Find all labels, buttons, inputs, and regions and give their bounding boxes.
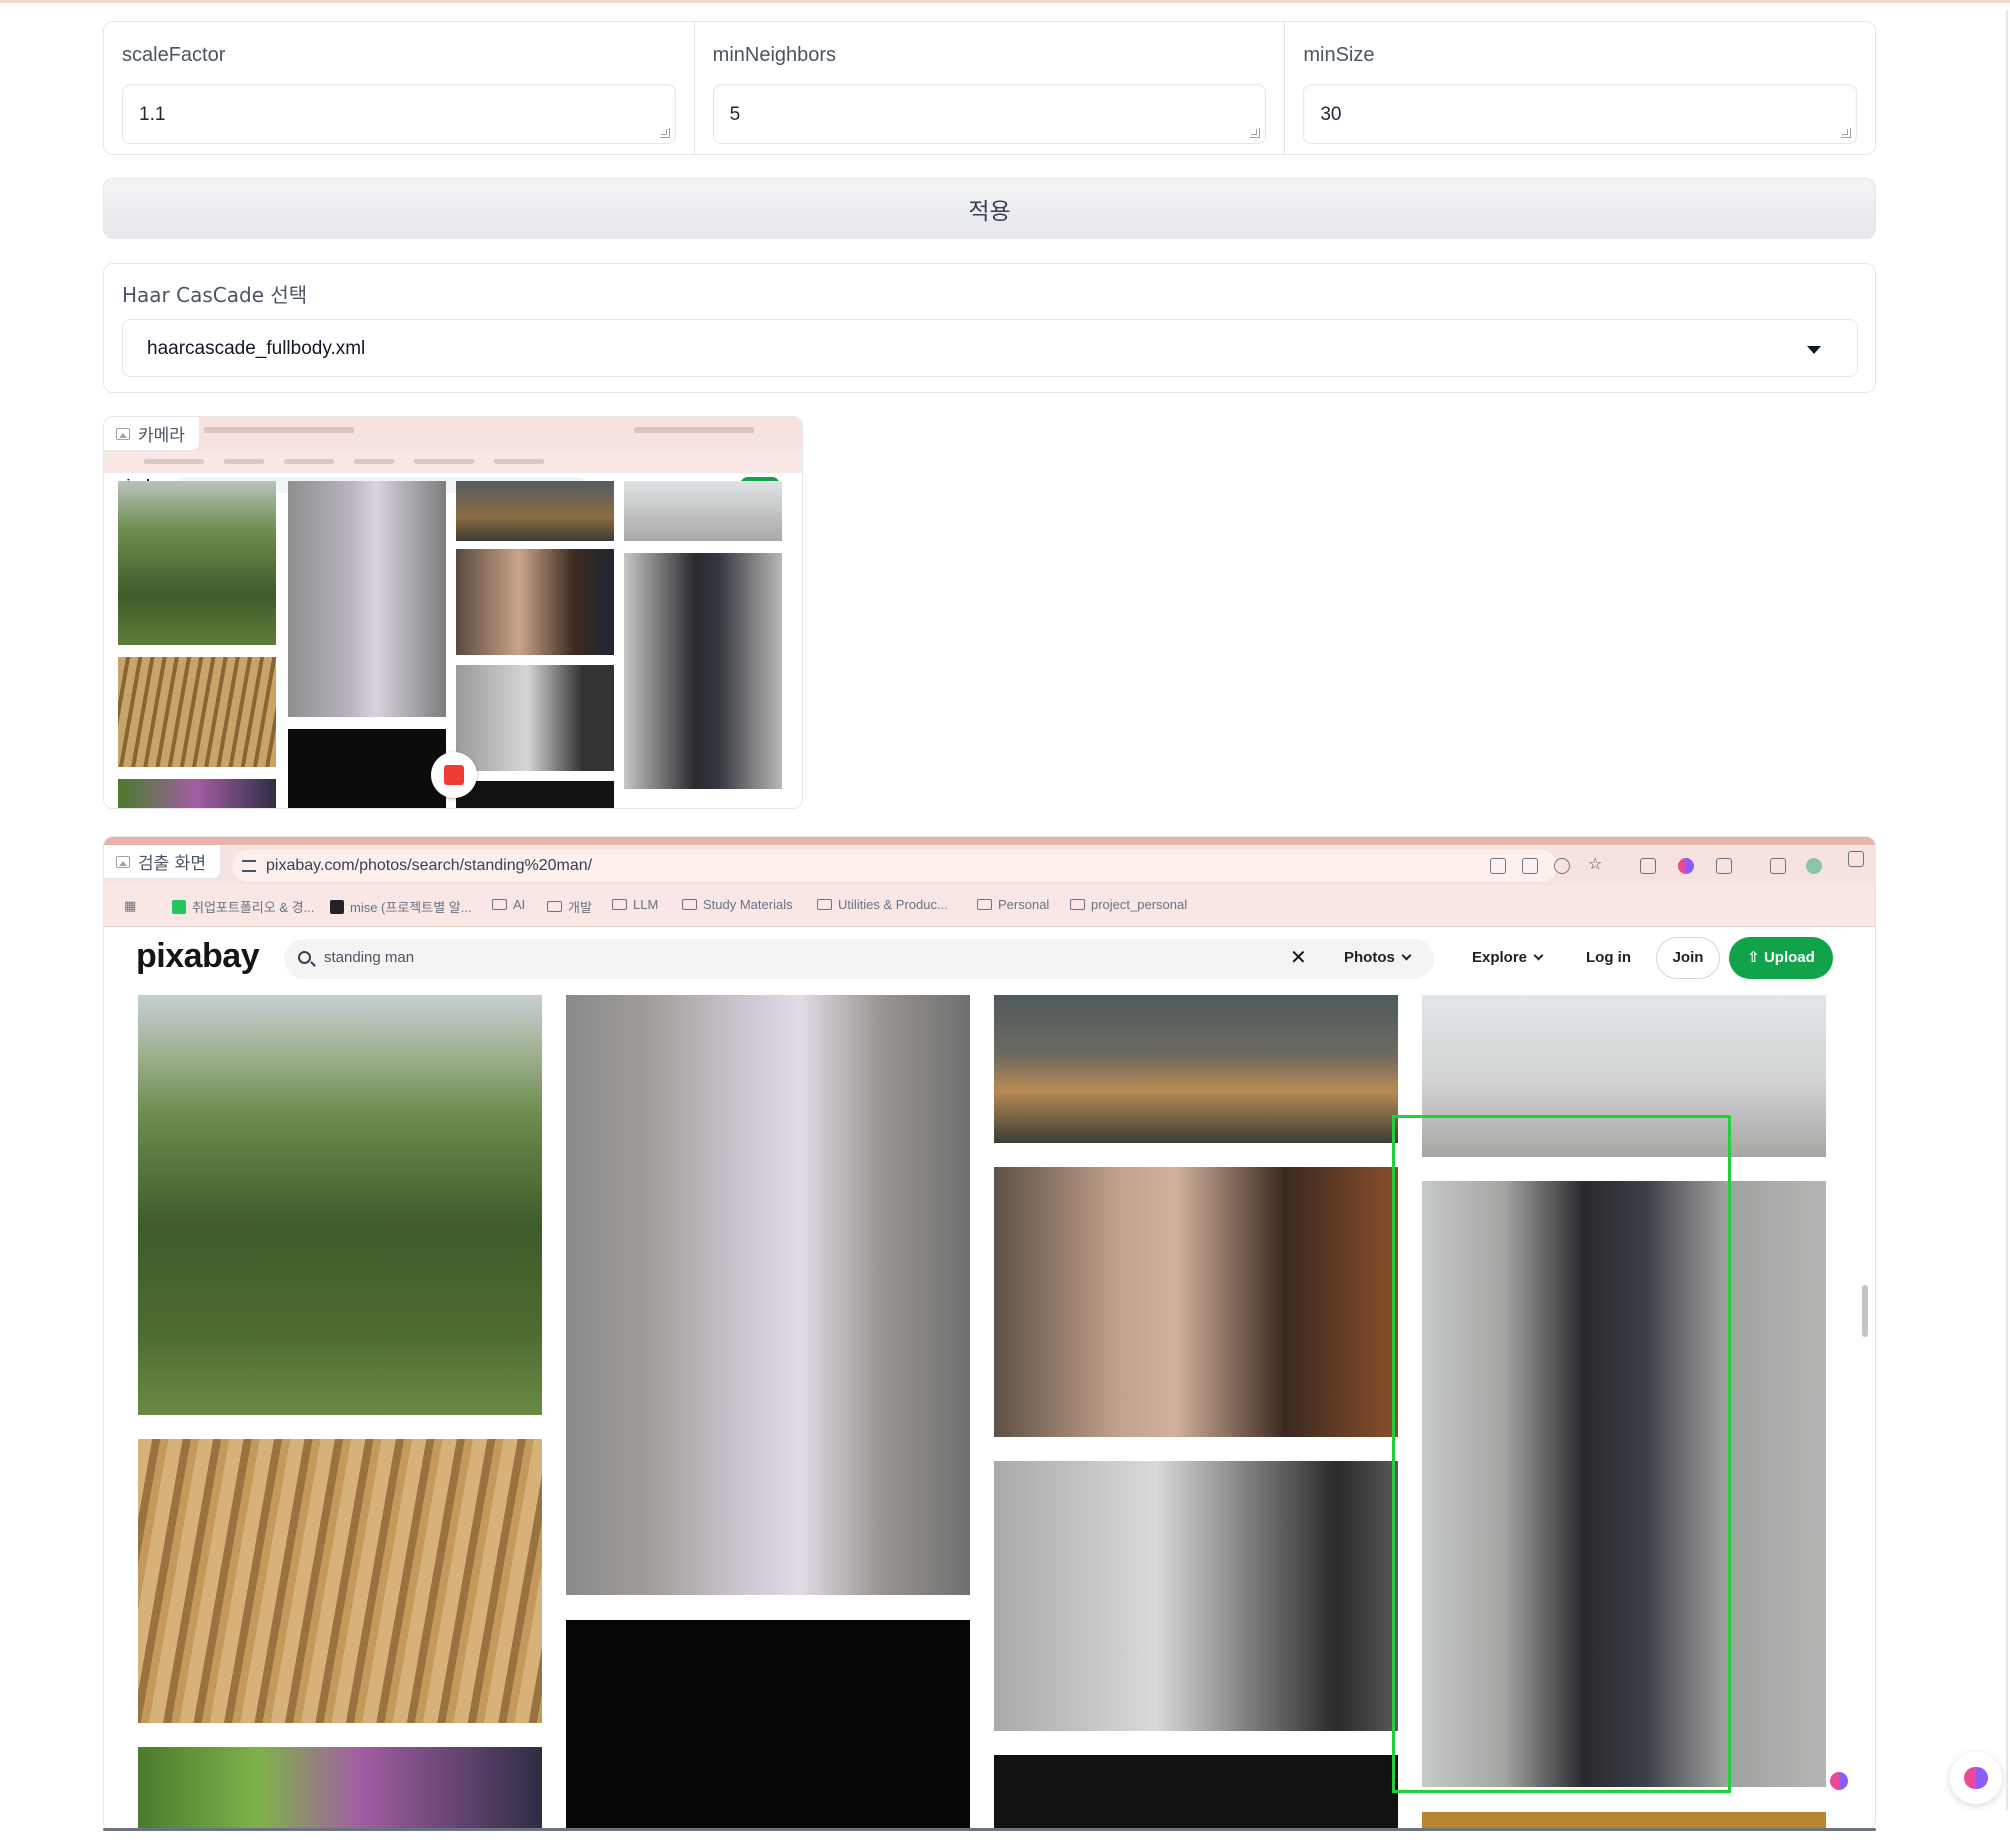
photo-tile[interactable] [138,995,542,1415]
extension-icon [1640,858,1656,874]
camera-thumb [456,549,614,655]
camera-thumb [624,553,782,789]
scale-factor-label: scaleFactor [122,44,226,66]
cascade-dropdown[interactable]: haarcascade_fullbody.xml [122,319,1858,377]
page-scrollbar[interactable] [2006,10,2008,1810]
search-value: standing man [324,949,415,966]
ai-assistant-icon[interactable] [1830,1772,1848,1790]
bookmark-folder-utilities[interactable]: Utilities & Produc... [817,897,948,912]
login-link[interactable]: Log in [1586,949,1631,966]
photo-tile[interactable] [994,995,1398,1143]
profile-icon [1806,858,1822,874]
bookmark-mise[interactable]: mise (프로젝트별 알... [330,897,472,916]
camera-thumb [288,481,446,717]
camera-thumb [288,729,446,808]
detection-label: 검출 화면 [138,854,206,874]
camera-browser-chrome [104,417,802,451]
scrollbar-thumb[interactable] [1862,1285,1868,1337]
min-size-input[interactable]: 30 [1303,84,1858,144]
camera-thumb [118,481,276,645]
min-neighbors-label: minNeighbors [712,44,837,66]
camera-thumb [118,657,276,767]
camera-label: 카메라 [138,426,185,446]
camera-thumb [456,481,614,541]
detection-bounding-box [1392,1115,1731,1793]
bookmark-portfolio[interactable]: 취업포트폴리오 & 경... [172,897,314,916]
camera-thumb [456,781,614,808]
ai-brain-icon [1678,858,1694,874]
camera-tag: 카메라 [104,417,200,451]
cascade-select-group: Haar CasCade 선택 haarcascade_fullbody.xml [103,263,1876,393]
image-icon [116,855,130,868]
min-size-label: minSize [1303,44,1375,66]
browser-top-strip [104,837,1875,845]
apps-grid-icon: ▦ [124,898,137,913]
floating-assistant-button[interactable] [1950,1752,2002,1804]
eye-off-icon [1554,858,1570,874]
chevron-down-icon [1401,950,1412,961]
photo-tile[interactable] [138,1439,542,1723]
bookmark-folder-project[interactable]: project_personal [1070,897,1187,912]
photos-dropdown[interactable]: Photos [1344,949,1412,966]
min-size-group: minSize 30 [1285,22,1875,154]
image-icon [116,427,130,440]
translate-icon [1522,858,1538,874]
photo-tile[interactable] [994,1167,1398,1437]
queue-icon [1770,858,1786,874]
detection-tag: 검출 화면 [104,845,221,879]
bookmark-folder-dev[interactable]: 개발 [547,897,592,916]
panel-bottom-edge [103,1828,1876,1831]
join-button[interactable]: Join [1656,937,1720,979]
cast-icon [1490,858,1506,874]
camera-thumb [456,665,614,771]
record-stop-button[interactable] [431,752,477,798]
scale-factor-input[interactable]: 1.1 [122,84,676,144]
camera-bookmark-bar [104,451,802,473]
param-row: scaleFactor 1.1 minNeighbors 5 minSize 3… [103,21,1876,155]
min-neighbors-group: minNeighbors 5 [695,22,1286,154]
bookmark-folder-ai[interactable]: AI [492,897,525,912]
search-input[interactable] [284,939,1434,979]
resize-handle-icon[interactable] [1841,128,1852,138]
resize-handle-icon[interactable] [1250,128,1261,138]
site-settings-icon [242,860,256,872]
cascade-label: Haar CasCade 선택 [122,283,308,307]
top-border [0,0,2010,3]
apply-button[interactable]: 적용 [103,178,1876,239]
photo-tile[interactable] [994,1755,1398,1830]
camera-thumb [624,481,782,541]
cascade-selected-value: haarcascade_fullbody.xml [147,338,366,359]
camera-panel: 카메라 pixabay [103,416,803,809]
photo-tile[interactable] [994,1461,1398,1731]
scale-factor-value: 1.1 [139,104,166,125]
bookmark-folder-study[interactable]: Study Materials [682,897,793,912]
upload-button[interactable]: ⇧ Upload [1729,937,1833,979]
bookmark-folder-personal[interactable]: Personal [977,897,1049,912]
site-header: pixabay standing man ✕ Photos Explore Lo… [104,927,1875,987]
upload-icon: ⇧ [1747,949,1764,966]
camera-thumb [118,779,276,808]
resize-handle-icon[interactable] [659,128,670,138]
min-neighbors-value: 5 [729,104,741,125]
search-icon [298,951,311,964]
bookmark-folder-llm[interactable]: LLM [612,897,658,912]
chevron-down-icon [1807,346,1821,354]
address-url: pixabay.com/photos/search/standing%20man… [266,857,593,874]
star-icon: ☆ [1588,856,1603,873]
photo-tile[interactable] [566,995,970,1595]
photo-tile[interactable] [138,1747,542,1830]
scale-factor-group: scaleFactor 1.1 [104,22,695,154]
download-icon [1848,851,1864,867]
min-neighbors-input[interactable]: 5 [712,84,1267,144]
photo-tile[interactable] [566,1620,970,1830]
clear-search-button[interactable]: ✕ [1290,945,1307,970]
puzzle-icon [1716,858,1732,874]
pixabay-logo[interactable]: pixabay [136,937,260,976]
chevron-down-icon [1533,950,1544,961]
explore-dropdown[interactable]: Explore [1472,949,1544,966]
min-size-value: 30 [1320,104,1342,125]
brain-icon [1964,1767,1988,1789]
